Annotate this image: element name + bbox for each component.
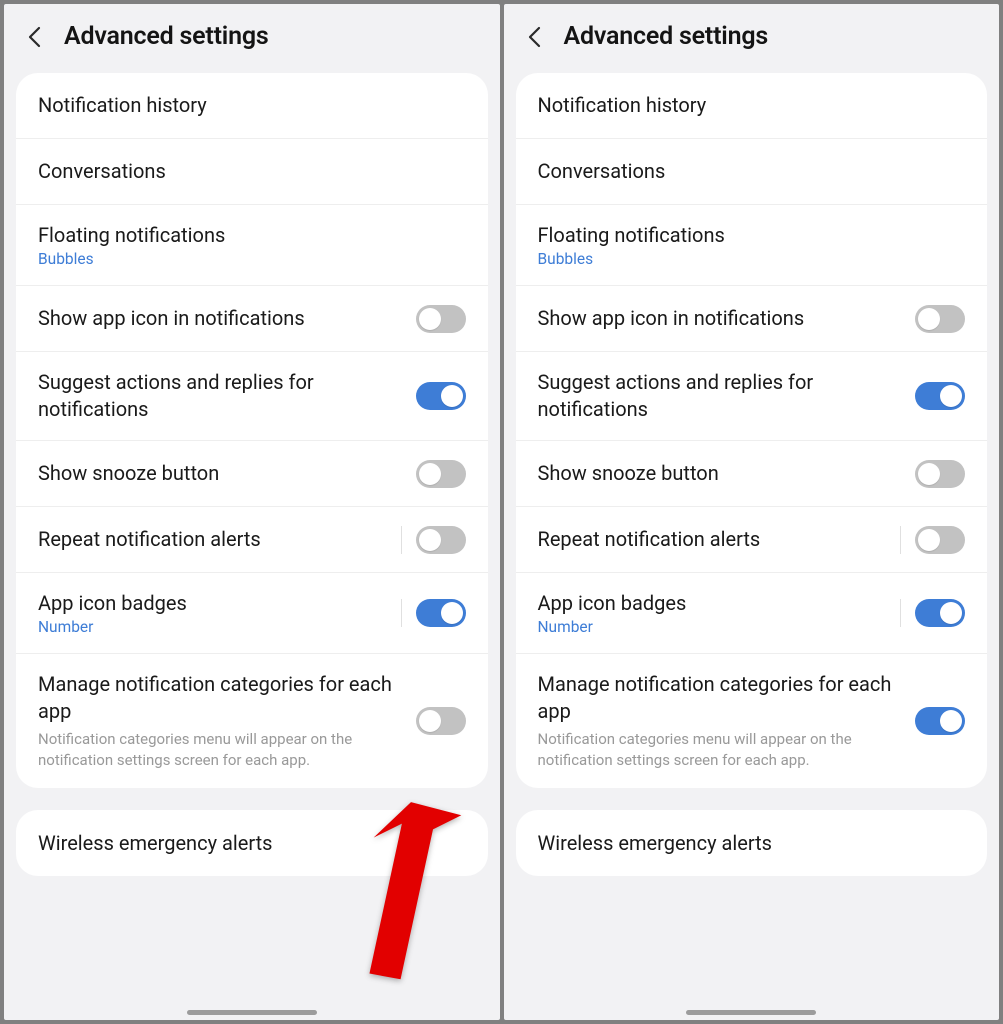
row-label: Repeat notification alerts (38, 526, 385, 553)
row-wireless-emergency[interactable]: Wireless emergency alerts (16, 810, 488, 876)
row-floating-notifications[interactable]: Floating notifications Bubbles (516, 205, 988, 286)
row-label: Floating notifications (38, 222, 450, 249)
settings-group-emergency: Wireless emergency alerts (516, 810, 988, 876)
settings-group-main: Notification history Conversations Float… (516, 73, 988, 788)
row-show-app-icon[interactable]: Show app icon in notifications (516, 286, 988, 352)
row-label: Manage notification categories for each … (538, 671, 900, 725)
divider (900, 599, 901, 627)
row-label: Notification history (38, 92, 450, 119)
row-subtitle: Number (538, 618, 885, 636)
settings-group-emergency: Wireless emergency alerts (16, 810, 488, 876)
row-suggest-actions[interactable]: Suggest actions and replies for notifica… (16, 352, 488, 441)
row-label: App icon badges (38, 590, 385, 617)
row-manage-categories[interactable]: Manage notification categories for each … (516, 654, 988, 788)
row-wireless-emergency[interactable]: Wireless emergency alerts (516, 810, 988, 876)
row-snooze-button[interactable]: Show snooze button (516, 441, 988, 507)
row-label: Manage notification categories for each … (38, 671, 400, 725)
row-label: Wireless emergency alerts (38, 830, 450, 857)
toggle-repeat-alerts[interactable] (915, 526, 965, 554)
back-button[interactable] (22, 25, 46, 49)
chevron-left-icon (527, 26, 541, 48)
row-snooze-button[interactable]: Show snooze button (16, 441, 488, 507)
row-conversations[interactable]: Conversations (516, 139, 988, 205)
toggle-show-app-icon[interactable] (416, 305, 466, 333)
toggle-snooze-button[interactable] (416, 460, 466, 488)
row-repeat-alerts[interactable]: Repeat notification alerts (16, 507, 488, 573)
home-indicator[interactable] (686, 1010, 816, 1015)
row-label: Conversations (38, 158, 450, 185)
settings-screen-right: Advanced settings Notification history C… (504, 4, 1000, 1020)
row-label: Floating notifications (538, 222, 950, 249)
page-title: Advanced settings (64, 22, 269, 51)
toggle-suggest-actions[interactable] (915, 382, 965, 410)
row-app-icon-badges[interactable]: App icon badges Number (16, 573, 488, 654)
toggle-snooze-button[interactable] (915, 460, 965, 488)
toggle-manage-categories[interactable] (416, 707, 466, 735)
row-label: Show snooze button (38, 460, 400, 487)
row-app-icon-badges[interactable]: App icon badges Number (516, 573, 988, 654)
row-label: Notification history (538, 92, 950, 119)
toggle-suggest-actions[interactable] (416, 382, 466, 410)
header: Advanced settings (504, 4, 1000, 73)
row-subtitle: Bubbles (538, 250, 950, 268)
row-subtitle: Number (38, 618, 385, 636)
row-label: Show snooze button (538, 460, 900, 487)
toggle-repeat-alerts[interactable] (416, 526, 466, 554)
row-label: Repeat notification alerts (538, 526, 885, 553)
row-description: Notification categories menu will appear… (538, 729, 900, 771)
divider (401, 526, 402, 554)
row-label: Show app icon in notifications (538, 305, 900, 332)
toggle-show-app-icon[interactable] (915, 305, 965, 333)
row-suggest-actions[interactable]: Suggest actions and replies for notifica… (516, 352, 988, 441)
row-notification-history[interactable]: Notification history (16, 73, 488, 139)
settings-screen-left: Advanced settings Notification history C… (4, 4, 500, 1020)
back-button[interactable] (522, 25, 546, 49)
settings-group-main: Notification history Conversations Float… (16, 73, 488, 788)
home-indicator[interactable] (187, 1010, 317, 1015)
row-label: Suggest actions and replies for notifica… (38, 369, 400, 423)
row-description: Notification categories menu will appear… (38, 729, 400, 771)
row-notification-history[interactable]: Notification history (516, 73, 988, 139)
chevron-left-icon (27, 26, 41, 48)
page-title: Advanced settings (564, 22, 769, 51)
divider (401, 599, 402, 627)
row-subtitle: Bubbles (38, 250, 450, 268)
toggle-app-icon-badges[interactable] (416, 599, 466, 627)
header: Advanced settings (4, 4, 500, 73)
row-label: Show app icon in notifications (38, 305, 400, 332)
divider (900, 526, 901, 554)
row-label: Suggest actions and replies for notifica… (538, 369, 900, 423)
row-label: Wireless emergency alerts (538, 830, 950, 857)
toggle-manage-categories[interactable] (915, 707, 965, 735)
row-show-app-icon[interactable]: Show app icon in notifications (16, 286, 488, 352)
row-repeat-alerts[interactable]: Repeat notification alerts (516, 507, 988, 573)
row-floating-notifications[interactable]: Floating notifications Bubbles (16, 205, 488, 286)
toggle-app-icon-badges[interactable] (915, 599, 965, 627)
row-label: Conversations (538, 158, 950, 185)
row-label: App icon badges (538, 590, 885, 617)
row-conversations[interactable]: Conversations (16, 139, 488, 205)
row-manage-categories[interactable]: Manage notification categories for each … (16, 654, 488, 788)
